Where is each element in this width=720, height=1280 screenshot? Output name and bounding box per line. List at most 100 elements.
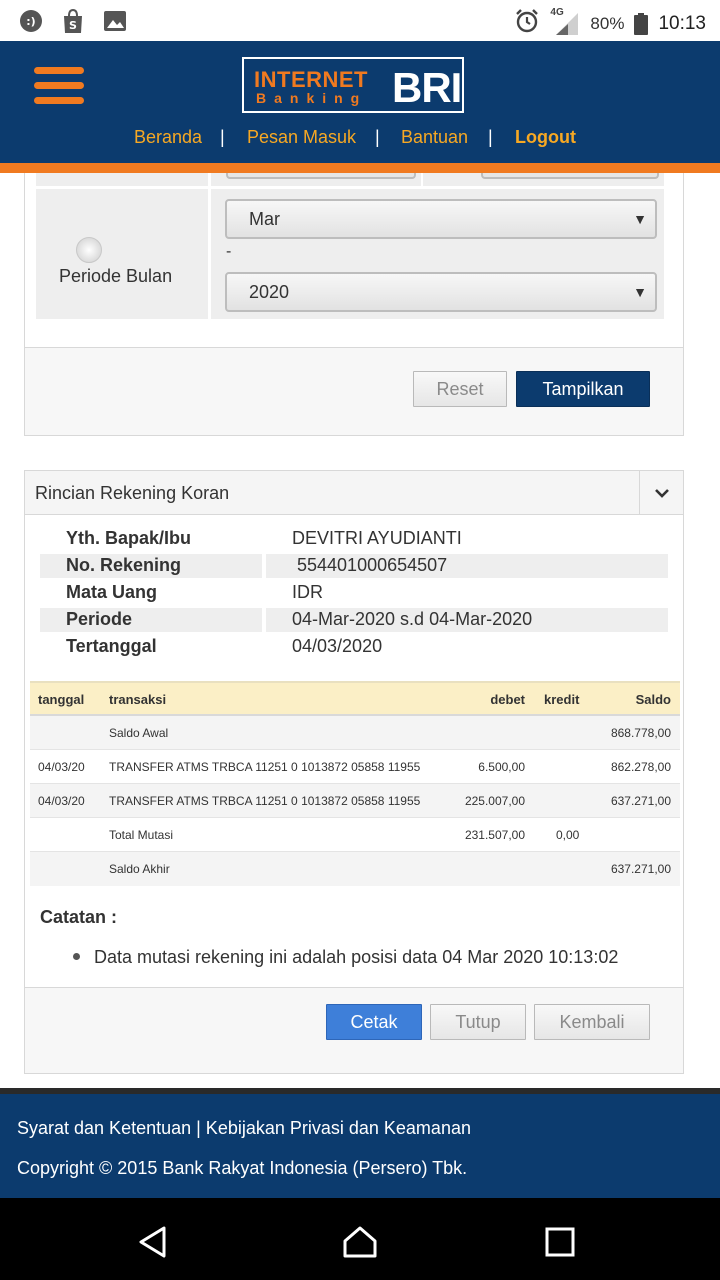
month-select[interactable]: Mar ▼	[225, 199, 657, 239]
cell-transaction: Saldo Awal	[109, 726, 169, 740]
tutup-button[interactable]: Tutup	[430, 1004, 526, 1040]
cell-balance: 868.778,00	[610, 726, 671, 740]
svg-text:S: S	[69, 19, 77, 32]
cell-transaction: TRANSFER ATMS TRBCA 11251 0 1013872 0585…	[109, 794, 421, 808]
year-select[interactable]: 2020 ▼	[225, 272, 657, 312]
image-icon	[102, 8, 128, 34]
col-header-balance: Saldo	[635, 692, 671, 707]
cell-transaction: TRANSFER ATMS TRBCA 11251 0 1013872 0585…	[109, 760, 421, 774]
nav-pesan-masuk[interactable]: Pesan Masuk	[247, 127, 356, 148]
statement-body: Yth. Bapak/Ibu DEVITRI AYUDIANTI No. Rek…	[25, 515, 683, 988]
battery-icon	[634, 12, 649, 35]
menu-icon[interactable]	[34, 67, 84, 105]
table-row: 04/03/20 TRANSFER ATMS TRBCA 11251 0 101…	[30, 750, 680, 784]
cell-debit: 6.500,00	[478, 760, 525, 774]
cell-transaction: Saldo Akhir	[109, 862, 170, 876]
info-row-currency: Mata Uang IDR	[40, 581, 668, 605]
svg-text::): :)	[26, 15, 35, 28]
nav-separator: |	[375, 127, 380, 147]
bri-logo: INTERNET Banking BRI	[242, 57, 464, 113]
month-select-value: Mar	[249, 209, 280, 229]
cell-balance: 637.271,00	[610, 862, 671, 876]
table-row: 04/03/20 TRANSFER ATMS TRBCA 11251 0 101…	[30, 784, 680, 818]
signal-icon: 4G	[550, 7, 580, 37]
table-row: Saldo Awal 868.778,00	[30, 716, 680, 750]
table-header: tanggal transaksi debet kredit Saldo	[30, 681, 680, 716]
statement-panel: Rincian Rekening Koran Yth. Bapak/Ibu DE…	[24, 470, 684, 1074]
footer-links[interactable]: Syarat dan Ketentuan | Kebijakan Privasi…	[17, 1118, 471, 1139]
year-select-value: 2020	[249, 282, 290, 302]
bullet-icon	[73, 953, 80, 960]
dropdown-arrow-icon: ▼	[633, 211, 647, 227]
info-label: No. Rekening	[66, 555, 182, 575]
cell-balance: 862.278,00	[610, 760, 671, 774]
info-value: IDR	[292, 582, 323, 602]
filter-panel: Periode Bulan Mar ▼ - 2020 ▼ Reset Tampi…	[24, 173, 684, 436]
kembali-button[interactable]: Kembali	[534, 1004, 650, 1040]
nav-logout[interactable]: Logout	[515, 127, 576, 148]
header-accent-stripe	[0, 163, 720, 173]
period-month-label: Periode Bulan	[59, 266, 173, 286]
footer-copyright: Copyright © 2015 Bank Rakyat Indonesia (…	[17, 1158, 468, 1178]
shopee-bag-icon: S	[60, 8, 86, 34]
back-icon[interactable]	[133, 1222, 173, 1262]
col-header-debit: debet	[490, 692, 525, 707]
info-row-period: Periode 04-Mar-2020 s.d 04-Mar-2020	[40, 608, 668, 632]
nav-separator: |	[220, 127, 225, 147]
cell-debit: 231.507,00	[464, 828, 525, 842]
cell-date: 04/03/20	[38, 760, 85, 774]
info-value: 04-Mar-2020 s.d 04-Mar-2020	[292, 609, 533, 629]
col-header-date: tanggal	[38, 692, 85, 707]
info-label: Tertanggal	[66, 636, 157, 656]
clock: 10:13	[658, 12, 706, 34]
col-header-credit: kredit	[544, 692, 580, 707]
app-header: INTERNET Banking BRI Beranda | Pesan Mas…	[0, 41, 720, 163]
alarm-icon	[514, 8, 540, 39]
info-label: Yth. Bapak/Ibu	[66, 528, 192, 548]
statement-title: Rincian Rekening Koran	[35, 483, 230, 503]
range-separator: -	[226, 243, 232, 260]
status-bar: :) S 4G 80% 10:13	[0, 0, 720, 41]
nav-beranda[interactable]: Beranda	[134, 127, 202, 148]
prev-date-select[interactable]	[226, 173, 416, 179]
info-row-account: No. Rekening 554401000654507	[40, 554, 668, 578]
prev-date-gap	[421, 173, 423, 186]
filter-actions: Reset Tampilkan	[25, 347, 683, 435]
period-month-radio[interactable]	[76, 237, 102, 263]
info-value: 554401000654507	[297, 555, 448, 575]
info-row-date: Tertanggal 04/03/2020	[40, 635, 668, 659]
prev-date-select-2[interactable]	[481, 173, 659, 179]
period-month-label-cell	[36, 189, 208, 319]
table-row: Total Mutasi 231.507,00 0,00	[30, 818, 680, 852]
note-item: Data mutasi rekening ini adalah posisi d…	[94, 947, 619, 967]
cell-credit: 0,00	[556, 828, 580, 842]
prev-row-label-cell	[36, 173, 208, 186]
table-row: Saldo Akhir 637.271,00	[30, 852, 680, 886]
main-nav: Beranda | Pesan Masuk | Bantuan | Logout	[0, 127, 720, 153]
info-row-customer: Yth. Bapak/Ibu DEVITRI AYUDIANTI	[40, 527, 668, 551]
statement-panel-header[interactable]: Rincian Rekening Koran	[25, 471, 683, 515]
nav-separator: |	[488, 127, 493, 147]
cell-transaction: Total Mutasi	[109, 828, 174, 842]
info-value: DEVITRI AYUDIANTI	[292, 528, 462, 548]
home-icon[interactable]	[340, 1222, 380, 1262]
notes-title: Catatan :	[40, 907, 118, 927]
battery-percent: 80%	[590, 13, 625, 33]
messenger-icon: :)	[18, 8, 44, 34]
footer: Syarat dan Ketentuan | Kebijakan Privasi…	[0, 1088, 720, 1198]
info-label: Periode	[66, 609, 133, 629]
cetak-button[interactable]: Cetak	[326, 1004, 422, 1040]
system-nav-bar	[0, 1198, 720, 1280]
col-header-transaction: transaksi	[109, 692, 167, 707]
recents-icon[interactable]	[540, 1222, 580, 1262]
info-label: Mata Uang	[66, 582, 158, 602]
cell-debit: 225.007,00	[464, 794, 525, 808]
reset-button[interactable]: Reset	[413, 371, 507, 407]
dropdown-arrow-icon: ▼	[633, 284, 647, 300]
cell-date: 04/03/20	[38, 794, 85, 808]
nav-bantuan[interactable]: Bantuan	[401, 127, 468, 148]
cell-balance: 637.271,00	[610, 794, 671, 808]
chevron-down-icon[interactable]	[639, 471, 683, 514]
info-value: 04/03/2020	[292, 636, 383, 656]
tampilkan-button[interactable]: Tampilkan	[516, 371, 650, 407]
